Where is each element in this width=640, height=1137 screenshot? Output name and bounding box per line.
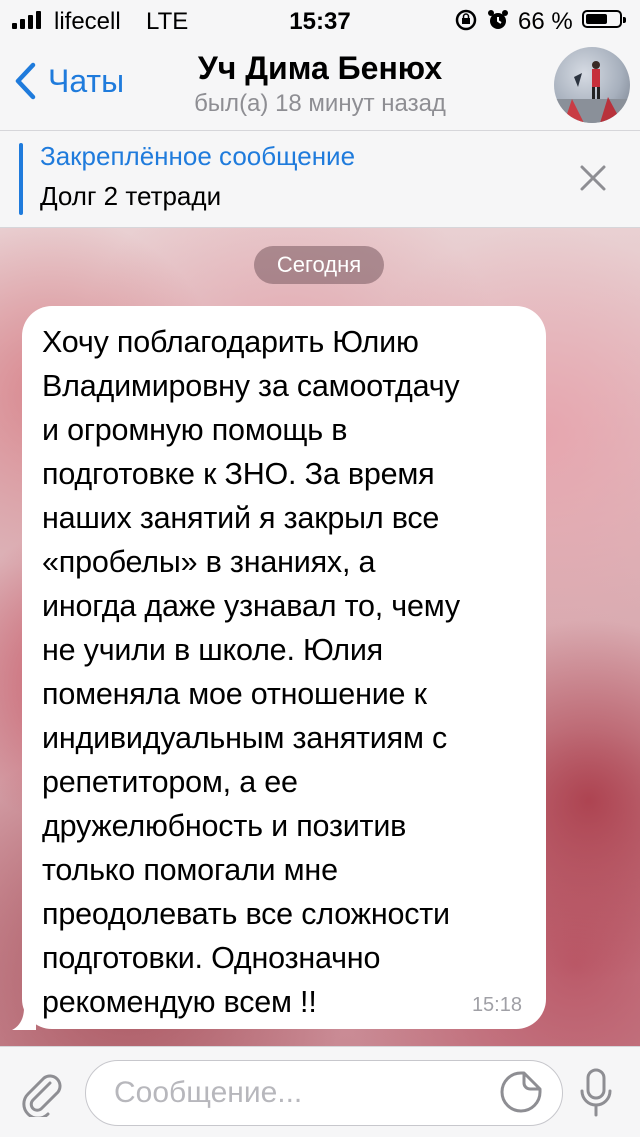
chat-title[interactable]: Уч Дима Бенюх xyxy=(120,50,520,87)
microphone-icon[interactable] xyxy=(578,1067,614,1119)
attach-paperclip-icon[interactable] xyxy=(20,1069,64,1120)
avatar[interactable] xyxy=(554,47,630,123)
chat-area[interactable]: Сегодня Хочу поблагодарить Юлию Владимир… xyxy=(0,228,640,1046)
pinned-indicator-bar xyxy=(19,143,23,215)
pinned-title: Закреплённое сообщение xyxy=(40,141,356,171)
message-text: Хочу поблагодарить Юлию Владимировну за … xyxy=(42,325,460,1019)
battery-icon xyxy=(582,10,626,28)
back-button[interactable]: Чаты xyxy=(14,62,124,100)
message-input[interactable] xyxy=(112,1061,476,1125)
close-icon[interactable] xyxy=(578,163,608,193)
chat-header: Чаты Уч Дима Бенюх был(а) 18 минут назад xyxy=(0,40,640,131)
back-chevron-icon xyxy=(15,62,36,100)
date-separator: Сегодня xyxy=(254,246,384,284)
alarm-clock-icon xyxy=(486,8,510,38)
status-bar: lifecell LTE 15:37 66 % xyxy=(0,0,640,40)
pinned-text: Долг 2 тетради xyxy=(40,181,222,211)
message-bubble[interactable]: Хочу поблагодарить Юлию Владимировну за … xyxy=(22,306,546,1029)
composer-bar xyxy=(0,1046,640,1137)
battery-level-fill xyxy=(586,14,608,24)
message-field[interactable] xyxy=(85,1060,563,1126)
last-seen-status: был(а) 18 минут назад xyxy=(194,90,446,117)
pinned-message[interactable]: Закреплённое сообщение Долг 2 тетради xyxy=(0,131,640,228)
battery-percent: 66 % xyxy=(518,8,573,35)
sticker-icon[interactable] xyxy=(498,1069,544,1115)
alarm-lock-icon xyxy=(454,8,478,38)
message-time: 15:18 xyxy=(471,994,522,1016)
back-label: Чаты xyxy=(48,62,125,99)
